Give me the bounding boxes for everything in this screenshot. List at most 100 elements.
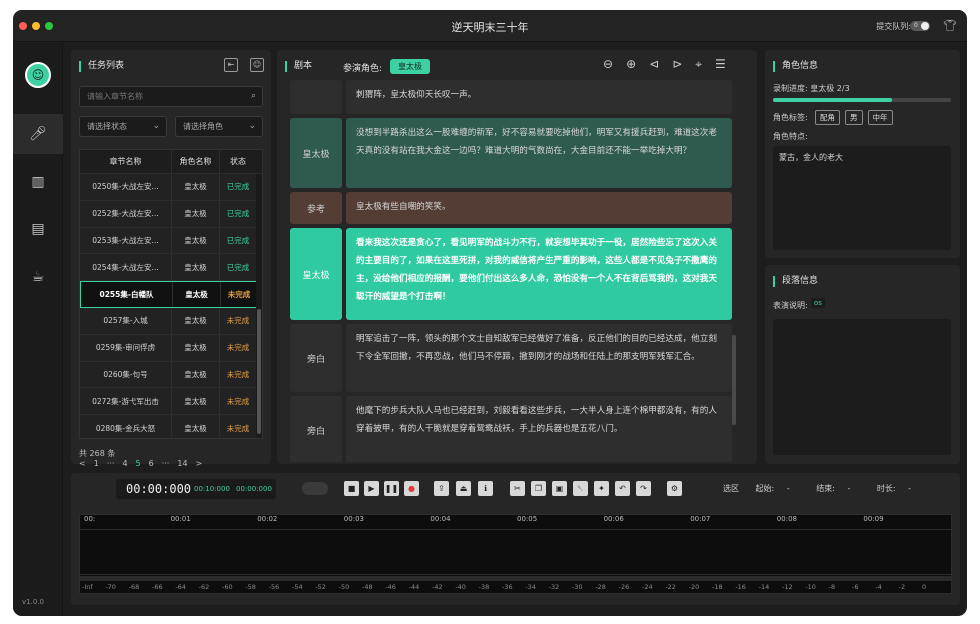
library-icon[interactable]: ▥ bbox=[13, 162, 63, 202]
magic-icon[interactable]: ✦ bbox=[594, 481, 609, 496]
table-row[interactable]: 0255集-白幡队 皇太极 未完成 bbox=[80, 281, 262, 308]
db-tick: -60 bbox=[222, 583, 233, 591]
total-count: 共 268 条 bbox=[79, 449, 116, 458]
db-tick: -18 bbox=[712, 583, 723, 591]
page-item[interactable]: 5 bbox=[136, 459, 141, 468]
table-row[interactable]: 0257集-入城 皇太极 未完成 bbox=[80, 307, 262, 335]
coffee-icon[interactable]: ☕︎ bbox=[13, 257, 63, 297]
waveform-area[interactable]: 00: 00:01 00:02 00:03 00:04 00:05 00:06 00:07 00… bbox=[79, 514, 952, 594]
time-tick: 00:02 bbox=[257, 515, 278, 523]
table-row[interactable]: 0252集-大战左安... 皇太极 已完成 bbox=[80, 200, 262, 228]
table-row[interactable]: 0260集-句号 皇太极 未完成 bbox=[80, 361, 262, 389]
redo-icon[interactable]: ↷ bbox=[636, 481, 651, 496]
table-row[interactable]: 0250集-大战左安... 皇太极 已完成 bbox=[80, 174, 262, 201]
time-tick: 00:09 bbox=[863, 515, 884, 523]
page-item[interactable]: > bbox=[196, 459, 203, 468]
upload-icon[interactable]: ⏏ bbox=[456, 481, 471, 496]
settings-icon[interactable]: ⚙ bbox=[667, 481, 682, 496]
time-tick: 00: bbox=[84, 515, 96, 523]
table-header: 章节名称 角色名称 状态 bbox=[80, 150, 262, 174]
table-row[interactable]: 0272集-游弋军出击 皇太极 未完成 bbox=[80, 388, 262, 416]
script-line[interactable]: 参考 皇太极有些自嘲的笑笑。 bbox=[290, 192, 732, 224]
table-scrollbar[interactable] bbox=[256, 174, 262, 438]
previous-icon[interactable]: ⊲ bbox=[649, 57, 672, 71]
loop-toggle[interactable] bbox=[302, 482, 328, 495]
page-item[interactable]: 1 bbox=[94, 459, 99, 468]
db-tick: -26 bbox=[618, 583, 630, 591]
user-card-icon[interactable]: ☺ bbox=[250, 58, 264, 72]
chevron-down-icon: ⌄ bbox=[248, 121, 256, 131]
page-item[interactable]: < bbox=[79, 459, 86, 468]
column-header-role: 角色名称 bbox=[172, 150, 220, 173]
document-money-icon[interactable]: ▤ bbox=[13, 209, 63, 249]
status-select[interactable]: 请选择状态 ⌄ bbox=[79, 116, 167, 137]
pause-button[interactable]: ❚❚ bbox=[384, 481, 399, 496]
delete-icon[interactable]: ␡ bbox=[573, 481, 588, 496]
table-row[interactable]: 0254集-大战左安... 皇太极 已完成 bbox=[80, 254, 262, 282]
status-text: 已完成 bbox=[226, 182, 250, 192]
script-line[interactable]: 旁白 他麾下的步兵大队人马也已经赶到，刘毅看看这些步兵，一大半人身上连个棉甲都没有… bbox=[290, 396, 732, 462]
meter-bar bbox=[80, 576, 951, 581]
progress-track bbox=[773, 98, 951, 102]
chapter-name: 0250集-大战左安... bbox=[80, 174, 172, 200]
stop-button[interactable]: ■ bbox=[344, 481, 359, 496]
table-row[interactable]: 0253集-大战左安... 皇太极 已完成 bbox=[80, 227, 262, 255]
app-logo: ☺ bbox=[25, 62, 51, 88]
zoom-in-icon[interactable]: ⊕ bbox=[626, 57, 649, 71]
waveform-track[interactable] bbox=[80, 529, 951, 575]
role-select-value: 请选择角色 bbox=[183, 122, 223, 131]
progress-value: 皇太极 2/3 bbox=[810, 84, 850, 93]
db-tick: -52 bbox=[315, 583, 326, 591]
zoom-out-icon[interactable]: ⊖ bbox=[603, 57, 626, 71]
table-row[interactable]: 0259集-审问俘虏 皇太极 未完成 bbox=[80, 334, 262, 362]
script-line[interactable]: 皇太极 看来我这次还是贪心了，看见明军的战斗力不行，就妄想毕其功于一役，居然险些忘… bbox=[290, 228, 732, 320]
list-icon[interactable]: ☰ bbox=[715, 57, 739, 71]
search-icon[interactable]: ⌕ bbox=[251, 87, 256, 106]
info-icon[interactable]: ℹ bbox=[478, 481, 493, 496]
export-icon[interactable]: ⇤ bbox=[224, 58, 238, 72]
script-line[interactable]: 刺猬阵，皇太极仰天长叹一声。 bbox=[290, 80, 732, 114]
submit-queue-toggle[interactable]: 0 bbox=[910, 21, 930, 31]
script-line[interactable]: 皇太极 没想到半路杀出这么一股难缠的新军，好不容易就要吃掉他们，明军又有援兵赶到，… bbox=[290, 118, 732, 188]
page-item[interactable]: 6 bbox=[149, 459, 154, 468]
skin-icon[interactable]: 👕︎ bbox=[943, 19, 957, 32]
chapter-search-field[interactable]: ⌕ bbox=[79, 86, 263, 107]
play-button[interactable]: ▶ bbox=[364, 481, 379, 496]
locate-icon[interactable]: ⌖ bbox=[695, 57, 715, 71]
db-tick: -70 bbox=[105, 583, 116, 591]
chapter-name: 0254集-大战左安... bbox=[80, 254, 172, 281]
page-item[interactable]: 4 bbox=[122, 459, 127, 468]
timeline-panel: 00:00:000 00:10:000 00:00:000 ■ ▶ ❚❚ ● ⇪… bbox=[71, 473, 960, 605]
status-text: 未完成 bbox=[226, 316, 250, 326]
record-button[interactable]: ● bbox=[404, 481, 419, 496]
db-tick: -Inf bbox=[82, 583, 93, 591]
db-tick: -30 bbox=[572, 583, 583, 591]
db-tick: -58 bbox=[245, 583, 256, 591]
table-row[interactable]: 0280集-金兵大怒 皇太极 未完成 bbox=[80, 415, 262, 438]
copy-icon[interactable]: ❐ bbox=[531, 481, 546, 496]
next-icon[interactable]: ⊳ bbox=[672, 57, 695, 71]
page-item[interactable]: 14 bbox=[177, 459, 187, 468]
time-tick: 00:06 bbox=[603, 515, 624, 523]
line-role: 皇太极 bbox=[290, 228, 342, 320]
chapter-search-input[interactable] bbox=[87, 92, 237, 101]
selection-time: 00:00:000 bbox=[236, 485, 272, 493]
db-tick: -40 bbox=[455, 583, 466, 591]
undo-icon[interactable]: ↶ bbox=[615, 481, 630, 496]
end-value: - bbox=[847, 484, 851, 493]
page-item[interactable]: ··· bbox=[107, 459, 115, 468]
role-select[interactable]: 请选择角色 ⌄ bbox=[175, 116, 263, 137]
script-scrollbar[interactable] bbox=[732, 335, 736, 425]
script-panel: 剧本 参演角色: 皇太极 ⊖⊕⊲⊳⌖☰ 刺猬阵，皇太极仰天长叹一声。 皇太极 没想到… bbox=[277, 50, 757, 464]
status-text: 已完成 bbox=[226, 235, 250, 245]
start-value: - bbox=[786, 484, 790, 493]
progress-fill bbox=[773, 98, 892, 102]
db-tick: -32 bbox=[548, 583, 560, 591]
db-tick: -36 bbox=[502, 583, 513, 591]
import-icon[interactable]: ⇪ bbox=[434, 481, 449, 496]
paste-icon[interactable]: ▣ bbox=[552, 481, 567, 496]
mic-icon[interactable]: 🎤︎ bbox=[13, 114, 63, 154]
cut-icon[interactable]: ✂ bbox=[510, 481, 525, 496]
script-line[interactable]: 旁白 明军追击了一阵，领头的那个文士自知敌军已经做好了准备，反正他们的目的已经达成… bbox=[290, 324, 732, 392]
page-item[interactable]: ··· bbox=[162, 459, 170, 468]
